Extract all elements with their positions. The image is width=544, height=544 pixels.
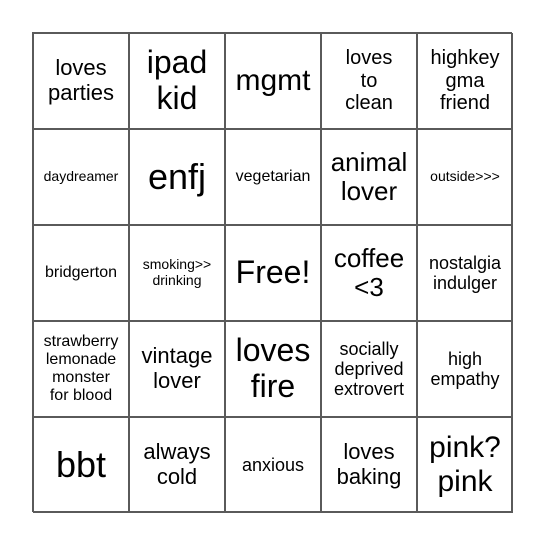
cell-label: strawberry lemonade monster for blood: [43, 333, 119, 404]
cell-label: nostalgia indulger: [428, 252, 502, 293]
bingo-cell[interactable]: nostalgia indulger: [417, 225, 513, 321]
cell-label: highkey gma friend: [430, 47, 500, 115]
bingo-cell[interactable]: vintage lover: [129, 321, 225, 417]
cell-label: socially deprived extrovert: [333, 338, 405, 400]
cell-label: mgmt: [235, 64, 311, 98]
cell-label: loves baking: [336, 439, 402, 489]
free-space-label: Free!: [235, 254, 311, 291]
bingo-cell[interactable]: loves baking: [321, 417, 417, 513]
cell-label: high empathy: [430, 348, 500, 389]
cell-label: always cold: [143, 439, 211, 489]
free-space-cell[interactable]: Free!: [225, 225, 321, 321]
bingo-cell[interactable]: bridgerton: [33, 225, 129, 321]
bingo-board: loves parties ipad kid mgmt loves to cle…: [32, 32, 513, 513]
cell-label: animal lover: [330, 146, 408, 206]
cell-label: smoking>> drinking: [142, 256, 212, 288]
bingo-cell[interactable]: pink? pink: [417, 417, 513, 513]
cell-label: loves fire: [235, 332, 311, 404]
cell-label: coffee <3: [333, 242, 405, 302]
bingo-cell[interactable]: daydreamer: [33, 129, 129, 225]
bingo-cell[interactable]: smoking>> drinking: [129, 225, 225, 321]
bingo-cell[interactable]: vegetarian: [225, 129, 321, 225]
bingo-cell[interactable]: highkey gma friend: [417, 33, 513, 129]
cell-label: enfj: [147, 155, 207, 197]
cell-label: daydreamer: [43, 168, 119, 185]
cell-label: vegetarian: [235, 168, 311, 186]
bingo-cell[interactable]: loves to clean: [321, 33, 417, 129]
cell-label: anxious: [241, 454, 305, 475]
cell-label: bridgerton: [44, 264, 118, 282]
bingo-cell[interactable]: animal lover: [321, 129, 417, 225]
cell-label: vintage lover: [141, 343, 213, 393]
bingo-cell[interactable]: loves fire: [225, 321, 321, 417]
cell-label: bbt: [55, 443, 107, 485]
bingo-cell[interactable]: socially deprived extrovert: [321, 321, 417, 417]
bingo-cell[interactable]: anxious: [225, 417, 321, 513]
bingo-cell[interactable]: strawberry lemonade monster for blood: [33, 321, 129, 417]
cell-label: loves parties: [47, 55, 115, 105]
bingo-cell[interactable]: mgmt: [225, 33, 321, 129]
cell-label: outside>>>: [430, 168, 500, 185]
cell-label: pink? pink: [429, 431, 501, 498]
bingo-cell[interactable]: enfj: [129, 129, 225, 225]
cell-label: loves to clean: [345, 47, 393, 115]
bingo-cell[interactable]: always cold: [129, 417, 225, 513]
bingo-cell[interactable]: ipad kid: [129, 33, 225, 129]
bingo-cell[interactable]: outside>>>: [417, 129, 513, 225]
cell-label: ipad kid: [146, 44, 208, 116]
bingo-cell[interactable]: high empathy: [417, 321, 513, 417]
bingo-cell[interactable]: coffee <3: [321, 225, 417, 321]
bingo-cell[interactable]: loves parties: [33, 33, 129, 129]
bingo-cell[interactable]: bbt: [33, 417, 129, 513]
